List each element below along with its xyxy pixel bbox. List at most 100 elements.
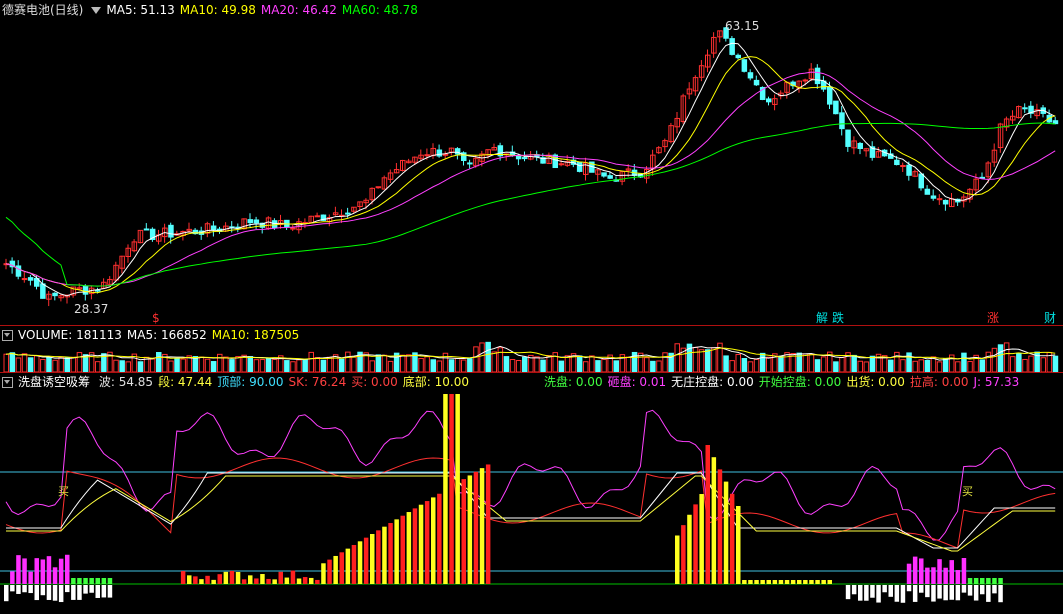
indicator-bar — [827, 580, 832, 584]
ma20-value: MA20: 46.42 — [260, 3, 337, 17]
volume-bar — [217, 353, 223, 373]
ma60-value: MA60: 48.78 — [341, 3, 418, 17]
event-marker-die[interactable]: 跌 — [831, 311, 845, 325]
volume-bar — [40, 358, 46, 373]
indicator-negative-bar — [89, 585, 94, 593]
candle[interactable] — [345, 212, 351, 215]
volume-bar — [1052, 355, 1059, 373]
candle[interactable] — [845, 129, 851, 147]
candle[interactable] — [436, 149, 443, 157]
indicator-negative-bar — [980, 585, 985, 595]
candle[interactable] — [143, 228, 150, 231]
indicator-negative-bar — [52, 585, 58, 601]
event-marker-cai[interactable]: 财 — [1043, 311, 1057, 325]
indicator-value-6: 洗盘: 0.00 — [544, 375, 603, 389]
candle[interactable] — [314, 215, 321, 218]
candle[interactable] — [601, 172, 607, 177]
volume-panel[interactable]: VOLUME: 181113 MA5: 166852 MA10: 187505 — [0, 326, 1063, 373]
candle[interactable] — [729, 38, 735, 55]
candle[interactable] — [900, 165, 906, 168]
candle[interactable] — [247, 219, 253, 224]
candle[interactable] — [253, 219, 260, 224]
candle[interactable] — [52, 292, 58, 297]
indicator-bar — [95, 578, 100, 584]
volume-bar — [662, 352, 668, 373]
volume-bar — [552, 352, 558, 373]
panel-menu-icon[interactable] — [2, 330, 13, 341]
indicator-negative-bar — [71, 585, 76, 600]
indicator-bar — [906, 563, 912, 584]
candle[interactable] — [942, 199, 949, 205]
candle[interactable] — [607, 175, 613, 179]
volume-bar — [52, 359, 58, 373]
indicator-value-0: 波: 54.85 — [98, 375, 154, 389]
candle[interactable] — [906, 164, 912, 176]
candle[interactable] — [558, 163, 565, 166]
volume-bar — [95, 361, 101, 373]
indicator-title[interactable]: 洗盘诱空吸筹 — [18, 375, 90, 389]
candle[interactable] — [1022, 107, 1028, 110]
candle[interactable] — [918, 173, 924, 189]
indicator-value-10: 出货: 0.00 — [846, 375, 905, 389]
candle[interactable] — [21, 278, 28, 281]
candle[interactable] — [467, 162, 473, 165]
candle[interactable] — [741, 59, 748, 72]
candle[interactable] — [924, 188, 931, 195]
candle[interactable] — [936, 198, 943, 201]
candle[interactable] — [15, 265, 22, 277]
indicator-value-9: 开始控盘: 0.00 — [758, 375, 842, 389]
candle[interactable] — [857, 142, 863, 150]
indicator-chart[interactable] — [0, 373, 1063, 614]
candlestick-chart[interactable] — [0, 0, 1063, 326]
candle[interactable] — [40, 283, 46, 299]
indicator-bar — [809, 580, 814, 584]
candle[interactable] — [82, 285, 89, 295]
candle[interactable] — [747, 72, 754, 79]
indicator-bar — [784, 580, 790, 584]
candle[interactable] — [290, 227, 296, 230]
candle[interactable] — [802, 79, 809, 82]
indicator-bar — [937, 559, 942, 584]
event-marker-jie[interactable]: 解 — [815, 311, 829, 325]
indicator-bar — [973, 578, 979, 584]
indicator-negative-bar — [919, 585, 924, 593]
candle[interactable] — [766, 98, 772, 103]
panel-menu-icon[interactable] — [2, 377, 13, 388]
candle[interactable] — [210, 225, 217, 231]
candle[interactable] — [930, 195, 937, 199]
candle[interactable] — [735, 54, 741, 59]
indicator-bar — [217, 574, 222, 584]
stock-title[interactable]: 德赛电池(日线) — [2, 3, 83, 17]
indicator-panel[interactable]: 洗盘诱空吸筹 波: 54.85 段: 47.44 顶部: 90.00 SK: 76.2… — [0, 373, 1063, 614]
event-marker-zhang[interactable]: 涨 — [986, 311, 1000, 325]
candle[interactable] — [753, 79, 760, 86]
candle[interactable] — [515, 155, 522, 160]
candle[interactable] — [375, 186, 382, 189]
candle[interactable] — [894, 159, 900, 166]
candle[interactable] — [839, 112, 845, 130]
dropdown-arrow-icon[interactable] — [91, 6, 102, 14]
volume-bar — [375, 354, 382, 373]
candle[interactable] — [576, 161, 583, 172]
candle[interactable] — [522, 157, 528, 160]
candle[interactable] — [833, 100, 839, 115]
candle[interactable] — [168, 224, 174, 238]
volume-bar — [223, 356, 229, 373]
candle[interactable] — [1052, 120, 1059, 125]
indicator-bar — [260, 574, 265, 584]
candle[interactable] — [95, 289, 101, 292]
candle[interactable] — [27, 277, 34, 281]
indicator-bar — [943, 567, 948, 584]
event-marker-dollar[interactable]: $ — [151, 311, 161, 325]
candle[interactable] — [827, 86, 833, 105]
volume-bar — [34, 355, 40, 373]
indicator-value-3: SK: 76.24 — [288, 375, 347, 389]
indicator-negative-bar — [870, 585, 875, 598]
indicator-bar — [58, 558, 64, 584]
ma10-line — [5, 56, 1056, 294]
indicator-negative-bar — [28, 585, 33, 594]
price-panel[interactable]: 德赛电池(日线) MA5: 51.13 MA10: 49.98 MA20: 46.42… — [0, 0, 1063, 326]
volume-bar — [942, 358, 949, 373]
candle[interactable] — [424, 154, 430, 157]
candle[interactable] — [814, 67, 821, 85]
